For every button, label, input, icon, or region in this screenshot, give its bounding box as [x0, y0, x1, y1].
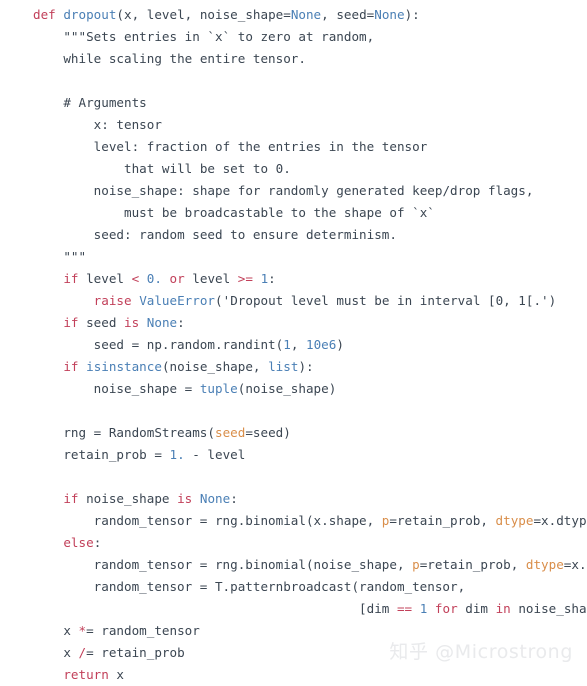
code-line-9: noise_shape: shape for randomly generate… — [93, 183, 534, 198]
code-line-21: retain_prob = 1. - level — [33, 447, 246, 462]
code-line-2: """Sets entries in `x` to zero at random… — [63, 29, 375, 44]
code-line-28: [dim == 1 for dim in noise_shape]) — [33, 601, 587, 616]
code-line-11: seed: random seed to ensure determinism. — [93, 227, 397, 242]
code-line-13: if level < 0. or level >= 1: — [63, 271, 276, 286]
code-line-15: if seed is None: — [63, 315, 185, 330]
code-line-20: rng = RandomStreams(seed=seed) — [33, 425, 291, 440]
code-line-1: def dropout(x, level, noise_shape=None, … — [33, 7, 420, 22]
code-line-5: # Arguments — [63, 95, 147, 110]
zhihu-watermark: 知乎 @Microstrong — [389, 641, 573, 663]
code-line-6: x: tensor — [93, 117, 162, 132]
code-line-10: must be broadcastable to the shape of `x… — [124, 205, 435, 220]
code-line-18: noise_shape = tuple(noise_shape) — [33, 381, 337, 396]
code-line-31: return x — [63, 667, 125, 682]
code-line-23: if noise_shape is None: — [63, 491, 238, 506]
code-line-3: while scaling the entire tensor. — [63, 51, 306, 66]
code-line-8: that will be set to 0. — [124, 161, 291, 176]
code-line-12: """ — [63, 249, 87, 264]
code-line-17: if isinstance(noise_shape, list): — [63, 359, 314, 374]
code-line-7: level: fraction of the entries in the te… — [93, 139, 428, 154]
code-line-14: raise ValueError('Dropout level must be … — [93, 293, 557, 308]
code-line-27: random_tensor = T.patternbroadcast(rando… — [33, 579, 466, 594]
code-snippet-surface: def dropout(x, level, noise_shape=None, … — [0, 0, 587, 682]
python-code-block[interactable]: def dropout(x, level, noise_shape=None, … — [0, 4, 587, 686]
code-line-26: random_tensor = rng.binomial(noise_shape… — [33, 557, 587, 572]
code-line-24: random_tensor = rng.binomial(x.shape, p=… — [33, 513, 587, 528]
code-line-25: else: — [63, 535, 102, 550]
code-line-16: seed = np.random.randint(1, 10e6) — [33, 337, 344, 352]
